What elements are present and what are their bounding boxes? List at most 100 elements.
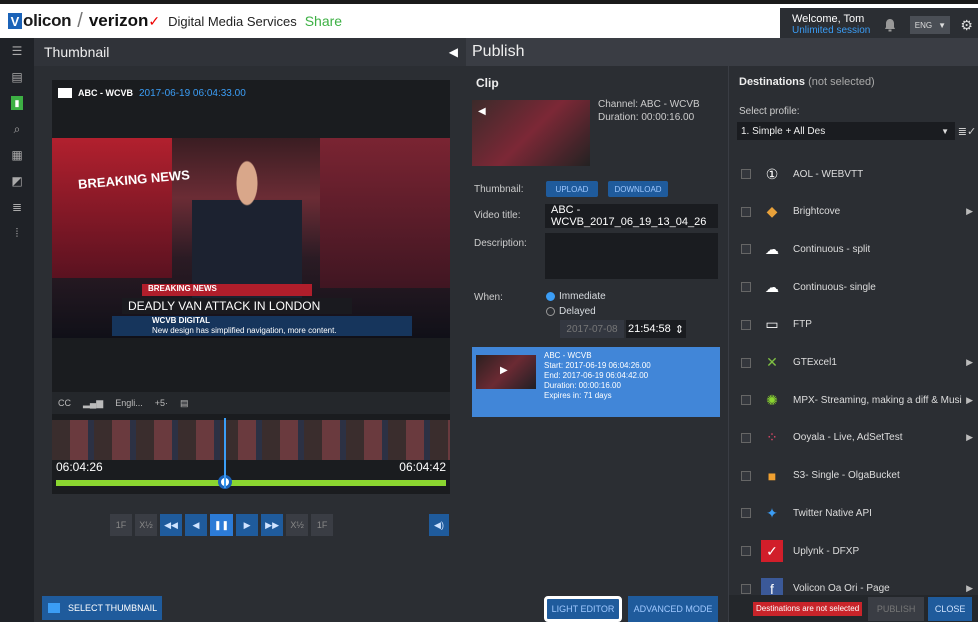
volume-button[interactable]: ◀) xyxy=(429,514,449,536)
chevron-down-icon: ▼ xyxy=(941,126,949,136)
frame-back-button[interactable]: 1F xyxy=(110,514,132,536)
welcome-block[interactable]: Welcome, Tom Unlimited session xyxy=(792,13,870,37)
menu-icon[interactable]: ☰ xyxy=(0,38,34,64)
nav-grid-icon[interactable]: ▦ xyxy=(0,142,34,168)
frame-forward-button[interactable]: 1F xyxy=(311,514,334,536)
brand-logo[interactable]: V olicon / verizon ✓ Digital Media Servi… xyxy=(0,4,342,38)
destination-name: S3- Single - OlgaBucket xyxy=(793,470,900,482)
video-frame[interactable]: BREAKING NEWS BREAKING NEWS DEADLY VAN A… xyxy=(52,138,450,338)
step-back-button[interactable]: ◀ xyxy=(185,514,207,536)
signal-icon[interactable]: ▂▄▆ xyxy=(83,398,103,409)
cloud-icon: ☁ xyxy=(765,278,779,295)
selection-bar[interactable] xyxy=(56,480,446,486)
chevron-right-icon[interactable]: ▶ xyxy=(966,395,973,406)
destination-name: GTExcel1 xyxy=(793,357,837,368)
delayed-radio[interactable]: Delayed xyxy=(546,306,596,317)
error-badge: Destinations are not selected xyxy=(753,601,863,616)
checkbox[interactable] xyxy=(741,206,751,217)
destination-row[interactable]: ① AOL - WEBVTT xyxy=(729,155,978,193)
destination-row[interactable]: ☁ Continuous- single xyxy=(729,268,978,306)
select-thumbnail-button[interactable]: SELECT THUMBNAIL xyxy=(42,596,162,620)
destination-row[interactable]: ✺ MPX- Streaming, making a diff & Musi ▶ xyxy=(729,381,978,419)
date-input[interactable]: 2017-07-08 xyxy=(560,320,624,338)
bell-icon[interactable] xyxy=(884,18,896,32)
advanced-mode-button[interactable]: ADVANCED MODE xyxy=(628,596,718,622)
clip-thumbnail[interactable]: ◀ xyxy=(472,100,590,166)
close-button[interactable]: CLOSE xyxy=(928,596,973,621)
language-dropdown[interactable]: Engli... xyxy=(115,398,143,408)
checkbox[interactable] xyxy=(741,244,751,255)
fast-forward-button[interactable]: ▶▶ xyxy=(261,514,284,536)
checkbox[interactable] xyxy=(741,169,751,179)
destinations-panel: Destinations (not selected) Select profi… xyxy=(728,66,978,622)
partner-name: verizon xyxy=(88,11,149,30)
speed-control[interactable]: +5· xyxy=(155,398,168,408)
time-input[interactable]: 21:54:58 ⇕ xyxy=(626,320,686,338)
nav-list-icon[interactable]: ≣ xyxy=(0,194,34,220)
checkbox[interactable] xyxy=(741,470,751,481)
nav-report-icon[interactable]: ◩ xyxy=(0,168,34,194)
checkbox[interactable] xyxy=(741,546,751,556)
destinations-title: Destinations (not selected) xyxy=(739,76,875,88)
destination-row[interactable]: ✓ Uplynk - DFXP xyxy=(729,532,978,570)
light-editor-button[interactable]: LIGHT EDITOR xyxy=(544,596,622,622)
upload-button[interactable]: UPLOAD xyxy=(546,181,598,197)
pause-button[interactable]: ❚❚ xyxy=(210,514,234,536)
profile-select[interactable]: 1. Simple + All Des ▼ xyxy=(737,122,955,140)
destination-row[interactable]: ☁ Continuous - split xyxy=(729,230,978,268)
destination-row[interactable]: ⁘ Ooyala - Live, AdSetTest ▶ xyxy=(729,419,978,457)
checkbox[interactable] xyxy=(741,432,751,443)
thumbnail-title: Thumbnail xyxy=(44,44,110,60)
filmstrip[interactable] xyxy=(52,420,450,460)
brand-separator: / xyxy=(77,9,83,32)
chevron-right-icon[interactable]: ▶ xyxy=(966,432,973,443)
studio-left xyxy=(52,138,172,278)
selected-clip-card[interactable]: ▶ ABC - WCVB Start: 2017-06-19 06:04:26.… xyxy=(472,347,720,417)
play-button[interactable]: ▶ xyxy=(236,514,259,536)
nav-clips-icon[interactable]: ▤ xyxy=(0,64,34,90)
camera-icon xyxy=(48,603,60,613)
playhead-line[interactable] xyxy=(224,418,226,488)
stepper-icon[interactable]: ⇕ xyxy=(675,323,684,336)
publish-button[interactable]: PUBLISH xyxy=(868,596,925,621)
rewind-button[interactable]: ◀◀ xyxy=(160,514,182,536)
immediate-radio[interactable]: Immediate xyxy=(546,291,606,302)
checkbox[interactable] xyxy=(741,357,751,368)
when-label: When: xyxy=(474,292,503,303)
slow-forward-button[interactable]: X½ xyxy=(286,514,309,536)
checkbox[interactable] xyxy=(741,583,751,594)
chevron-down-icon: ▼ xyxy=(938,20,946,30)
destination-row[interactable]: ▭ FTP xyxy=(729,306,978,344)
nav-search-icon[interactable]: ⌕ xyxy=(0,116,34,142)
checkbox[interactable] xyxy=(741,508,751,519)
cc-button[interactable]: CC xyxy=(58,398,71,408)
checkbox[interactable] xyxy=(741,282,751,293)
destination-row[interactable]: ✕ GTExcel1 ▶ xyxy=(729,344,978,382)
chevron-right-icon[interactable]: ▶ xyxy=(966,583,973,594)
chevron-right-icon[interactable]: ▶ xyxy=(966,206,973,217)
description-input[interactable] xyxy=(545,233,718,279)
lower-third-ticker: WCVB DIGITAL New design has simplified n… xyxy=(112,316,412,336)
collapse-left-icon[interactable]: ◀ xyxy=(449,45,458,59)
chevron-right-icon[interactable]: ▶ xyxy=(966,357,973,368)
document-icon[interactable]: ▤ xyxy=(180,398,189,409)
nav-bookmark-icon[interactable]: ▮ xyxy=(0,90,34,116)
checklist-icon[interactable]: ≣✓ xyxy=(958,122,976,140)
video-player: ABC - WCVB 2017-06-19 06:04:33.00 BREAKI… xyxy=(52,80,450,494)
checkbox[interactable] xyxy=(741,395,751,406)
download-button[interactable]: DOWNLOAD xyxy=(608,181,668,197)
welcome-text: Welcome, Tom xyxy=(792,13,865,25)
nav-bars-icon[interactable]: ⦙ xyxy=(0,220,34,246)
destination-row[interactable]: ■ S3- Single - OlgaBucket xyxy=(729,457,978,495)
checkbox[interactable] xyxy=(741,319,751,330)
language-select[interactable]: ENG ▼ xyxy=(910,16,951,34)
video-title-input[interactable]: ABC - WCVB_2017_06_19_13_04_26 xyxy=(545,204,718,228)
destinations-footer: Destinations are not selected PUBLISH CL… xyxy=(729,595,978,622)
destination-row[interactable]: ◆ Brightcove ▶ xyxy=(729,193,978,231)
gear-icon[interactable]: ⚙ xyxy=(960,17,973,34)
clip-panel: Clip ◀ Channel: ABC - WCVB Duration: 00:… xyxy=(466,66,728,622)
destination-row[interactable]: ✦ Twitter Native API xyxy=(729,494,978,532)
channel-name: ABC - WCVB xyxy=(78,88,133,98)
thumbnail-label: Thumbnail: xyxy=(474,184,524,195)
slow-back-button[interactable]: X½ xyxy=(135,514,157,536)
